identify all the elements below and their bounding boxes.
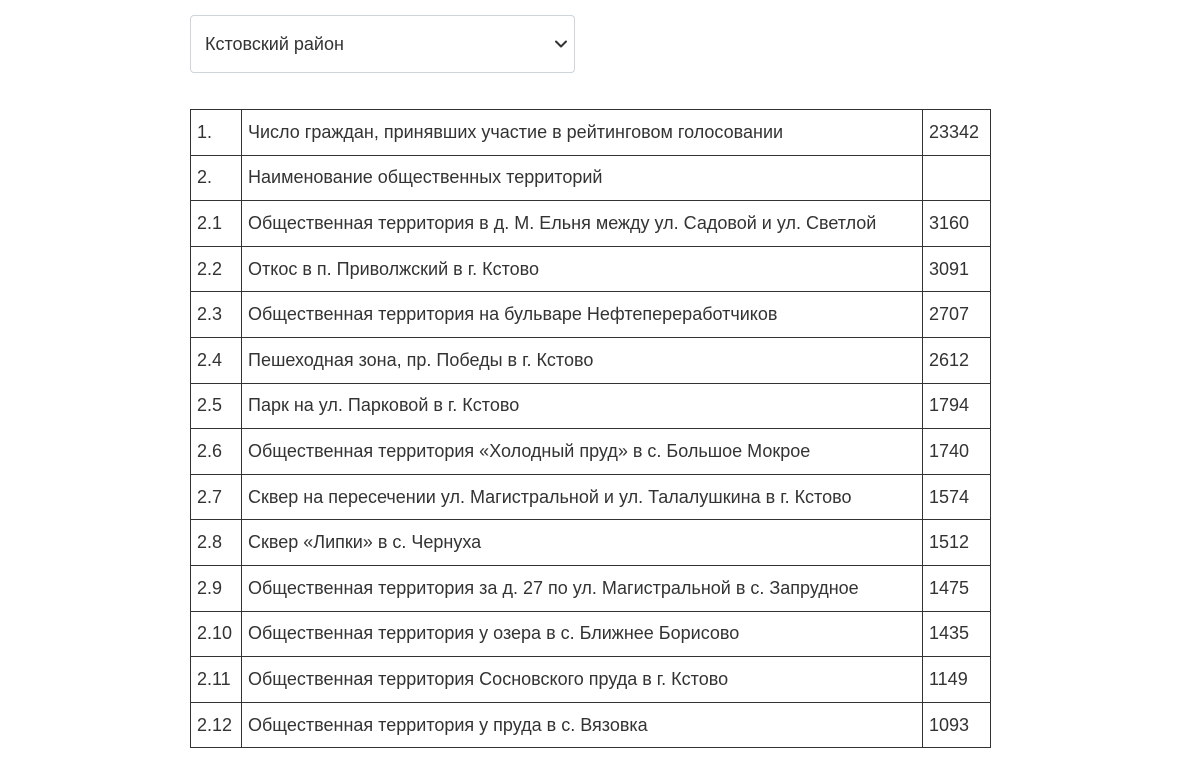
row-number-cell: 2.2 bbox=[190, 245, 242, 293]
row-number-cell: 2.10 bbox=[190, 610, 242, 658]
table-row: 2.4 Пешеходная зона, пр. Победы в г. Ксто… bbox=[190, 336, 991, 384]
table-row: 2.8 Сквер «Липки» в с. Чернуха 1512 bbox=[190, 519, 991, 566]
territory-name-cell: Общественная территория на бульваре Нефт… bbox=[241, 291, 923, 338]
votes-count-cell: 1435 bbox=[922, 610, 991, 658]
row-number-cell: 2. bbox=[190, 154, 242, 202]
row-number-cell: 2.8 bbox=[190, 519, 242, 566]
territory-name-cell: Сквер «Липки» в с. Чернуха bbox=[241, 519, 923, 566]
territory-name-cell: Общественная территория у пруда в с. Вяз… bbox=[241, 701, 923, 749]
results-table: 1. Число граждан, принявших участие в рей… bbox=[190, 109, 991, 749]
table-row: 2.10 Общественная территория у озера в с.… bbox=[190, 610, 991, 658]
territory-name-cell: Сквер на пересечении ул. Магистральной и… bbox=[241, 473, 923, 521]
row-number-cell: 2.4 bbox=[190, 336, 242, 384]
table-row: 2.2 Откос в п. Приволжский в г. Кстово 309… bbox=[190, 245, 991, 293]
territory-name-cell: Наименование общественных территорий bbox=[241, 154, 923, 202]
votes-count-cell: 1794 bbox=[922, 382, 991, 430]
votes-count-cell: 1093 bbox=[922, 701, 991, 749]
table-row: 2. Наименование общественных территорий bbox=[190, 154, 991, 202]
territory-name-cell: Общественная территория Сосновского пруд… bbox=[241, 656, 923, 703]
row-number-cell: 2.11 bbox=[190, 656, 242, 703]
row-number-cell: 2.7 bbox=[190, 473, 242, 521]
row-number-cell: 2.1 bbox=[190, 200, 242, 247]
table-row: 1. Число граждан, принявших участие в рей… bbox=[190, 109, 991, 156]
votes-count-cell: 2612 bbox=[922, 336, 991, 384]
district-select-value: Кстовский район bbox=[205, 33, 344, 54]
votes-count-cell: 3160 bbox=[922, 200, 991, 247]
table-row: 2.3 Общественная территория на бульваре Н… bbox=[190, 291, 991, 338]
votes-count-cell: 2707 bbox=[922, 291, 991, 338]
votes-count-cell: 1512 bbox=[922, 519, 991, 566]
votes-count-cell: 1475 bbox=[922, 564, 991, 612]
table-row: 2.5 Парк на ул. Парковой в г. Кстово 1794 bbox=[190, 382, 991, 430]
votes-count-cell: 1149 bbox=[922, 656, 991, 703]
votes-count-cell: 1574 bbox=[922, 473, 991, 521]
table-row: 2.11 Общественная территория Сосновского … bbox=[190, 656, 991, 703]
row-number-cell: 2.9 bbox=[190, 564, 242, 612]
row-number-cell: 2.6 bbox=[190, 428, 242, 475]
territory-name-cell: Общественная территория «Холодный пруд» … bbox=[241, 428, 923, 475]
row-number-cell: 2.5 bbox=[190, 382, 242, 430]
territory-name-cell: Пешеходная зона, пр. Победы в г. Кстово bbox=[241, 336, 923, 384]
table-row: 2.1 Общественная территория в д. М. Ельня… bbox=[190, 200, 991, 247]
table-row: 2.6 Общественная территория «Холодный пру… bbox=[190, 428, 991, 475]
chevron-down-icon bbox=[554, 37, 568, 51]
territory-name-cell: Общественная территория у озера в с. Бли… bbox=[241, 610, 923, 658]
table-row: 2.12 Общественная территория у пруда в с.… bbox=[190, 701, 991, 749]
table-row: 2.7 Сквер на пересечении ул. Магистрально… bbox=[190, 473, 991, 521]
district-select[interactable]: Кстовский район bbox=[190, 15, 575, 73]
votes-count-cell: 1740 bbox=[922, 428, 991, 475]
territory-name-cell: Общественная территория в д. М. Ельня ме… bbox=[241, 200, 923, 247]
votes-count-cell: 23342 bbox=[922, 109, 991, 156]
row-number-cell: 2.3 bbox=[190, 291, 242, 338]
territory-name-cell: Общественная территория за д. 27 по ул. … bbox=[241, 564, 923, 612]
territory-name-cell: Откос в п. Приволжский в г. Кстово bbox=[241, 245, 923, 293]
row-number-cell: 1. bbox=[190, 109, 242, 156]
table-row: 2.9 Общественная территория за д. 27 по у… bbox=[190, 564, 991, 612]
votes-count-cell: 3091 bbox=[922, 245, 991, 293]
territory-name-cell: Число граждан, принявших участие в рейти… bbox=[241, 109, 923, 156]
territory-name-cell: Парк на ул. Парковой в г. Кстово bbox=[241, 382, 923, 430]
row-number-cell: 2.12 bbox=[190, 701, 242, 749]
votes-count-cell bbox=[922, 154, 991, 202]
